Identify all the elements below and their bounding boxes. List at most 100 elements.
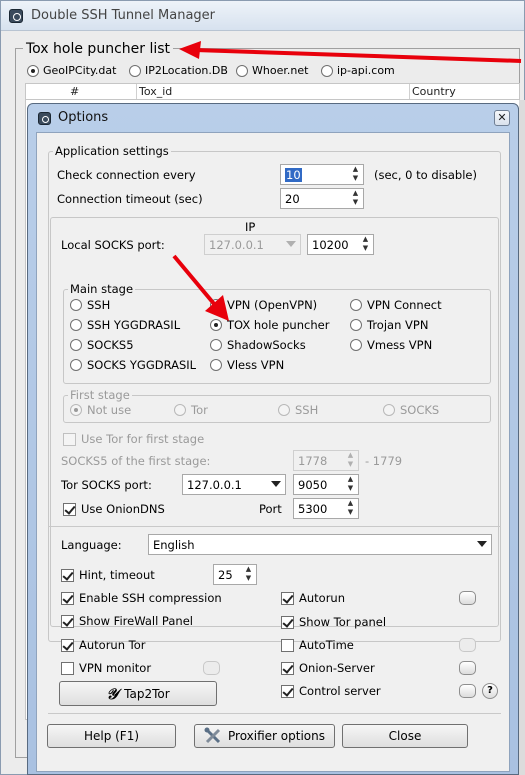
autorun-settings-button[interactable] [459,591,476,605]
radio-icon [174,404,186,416]
close-icon[interactable]: ✕ [494,110,510,126]
hint-timeout-checkbox[interactable]: Hint, timeout [61,568,155,582]
spinner-arrows-icon[interactable]: ▲ ▼ [241,565,256,584]
first-stage-socks: SOCKS [383,403,439,417]
show-tor-panel-checkbox[interactable]: Show Tor panel [281,615,386,629]
radio-icon [383,404,395,416]
spinner-arrows-icon[interactable]: ▲ ▼ [348,165,363,184]
geo-source-ip2location[interactable]: IP2Location.DB [129,64,228,77]
chevron-down-icon [271,481,281,487]
local-socks-label: Local SOCKS port: [61,238,165,252]
checkbox-icon [281,615,294,629]
dns-port-spinner[interactable]: 5300 ▲ ▼ [293,498,359,519]
socks5-first-stage-label: SOCKS5 of the first stage: [61,454,211,468]
onion-server-checkbox[interactable]: Onion-Server [281,661,375,675]
language-combo[interactable]: English [148,534,492,555]
spinner-arrows-icon[interactable]: ▲ ▼ [348,189,363,208]
annotation-arrow-icon [179,41,522,63]
first-stage-tor: Tor [174,403,208,417]
geo-source-geoipcity[interactable]: GeoIPCity.dat [27,64,116,77]
connection-timeout-label: Connection timeout (sec) [57,192,203,206]
tap2tor-icon: 𝒴 [106,684,119,703]
main-stage-vmess-vpn[interactable]: Vmess VPN [350,338,432,352]
control-server-checkbox[interactable]: Control server [281,684,381,698]
help-question-icon[interactable]: ? [482,683,498,699]
tor-socks-port-spinner[interactable]: 9050 ▲ ▼ [293,474,359,495]
check-connection-spinner[interactable]: 10 ▲ ▼ [280,164,364,185]
dns-port-label: Port [259,502,282,516]
radio-icon [70,339,82,351]
hint-timeout-spinner[interactable]: 25 ▲ ▼ [213,564,257,585]
vpn-monitor-checkbox[interactable]: VPN monitor [61,661,151,675]
checkbox-icon [281,638,294,652]
app-icon [38,112,51,125]
app-icon [9,9,23,23]
radio-icon [350,299,362,311]
main-titlebar: Double SSH Tunnel Manager [1,1,524,31]
main-stage-ssh[interactable]: SSH [70,298,110,312]
column-header-tox-id[interactable]: Tox_id [139,85,172,98]
use-tor-first-stage-checkbox: Use Tor for first stage [63,432,204,446]
window-edge [519,100,525,775]
main-stage-ssh-yggdrasil[interactable]: SSH YGGDRASIL [70,318,180,332]
radio-icon [27,64,39,77]
close-button[interactable]: Close [342,724,468,748]
main-stage-shadowsocks[interactable]: ShadowSocks [210,338,306,352]
autorun-checkbox[interactable]: Autorun [281,591,345,605]
column-header-number[interactable]: # [70,85,79,98]
socks5-first-stage-spinner: 1778 ▲ ▼ [293,450,359,471]
checkbox-icon [61,638,74,652]
vpn-monitor-settings-button [203,661,220,675]
tor-socks-ip-combo[interactable]: 127.0.0.1 [182,474,286,495]
spinner-arrows-icon[interactable]: ▲ ▼ [343,475,358,494]
main-stage-vpn-connect[interactable]: VPN Connect [350,298,442,312]
proxifier-options-button[interactable]: Proxifier options [194,724,335,748]
application-settings-label: Application settings [53,144,171,158]
divider [48,526,501,527]
language-label: Language: [61,538,122,552]
column-header-country[interactable]: Country [412,85,456,98]
autorun-tor-checkbox[interactable]: Autorun Tor [61,638,146,652]
checkbox-icon [281,591,294,605]
local-socks-ip-combo: 127.0.0.1 [204,234,301,255]
connection-timeout-spinner[interactable]: 20 ▲ ▼ [280,188,364,209]
geo-source-whoer[interactable]: Whoer.net [236,64,308,77]
radio-icon [278,404,290,416]
first-stage-ssh: SSH [278,403,318,417]
radio-icon [70,404,82,416]
wrench-screwdriver-icon [204,727,221,744]
local-socks-port-spinner[interactable]: 10200 ▲ ▼ [307,234,374,255]
main-stage-socks-yggdrasil[interactable]: SOCKS YGGDRASIL [70,358,196,372]
onion-server-settings-button[interactable] [459,661,476,675]
spinner-arrows-icon[interactable]: ▲ ▼ [358,235,373,254]
main-stage-label: Main stage [68,282,136,296]
radio-icon [129,64,141,77]
show-firewall-panel-checkbox[interactable]: Show FireWall Panel [61,614,193,628]
autotime-checkbox[interactable]: AutoTime [281,638,354,652]
main-stage-socks5[interactable]: SOCKS5 [70,338,134,352]
spinner-arrows-icon[interactable]: ▲ ▼ [343,499,358,518]
radio-icon [321,64,333,77]
enable-ssh-compression-checkbox[interactable]: Enable SSH compression [61,591,222,605]
tap2tor-button[interactable]: 𝒴 Tap2Tor [59,681,217,706]
radio-icon [70,359,82,371]
options-titlebar: Options ✕ [28,104,518,132]
geo-source-ip-api[interactable]: ip-api.com [321,64,395,77]
autotime-settings-button [459,638,476,652]
checkbox-icon [63,502,76,516]
help-button[interactable]: Help (F1) [47,724,176,748]
control-server-settings-button[interactable] [459,684,476,698]
tox-table-header: # Tox_id Country [25,83,520,100]
annotation-arrow-icon [172,254,229,321]
radio-icon [70,299,82,311]
chevron-down-icon [286,241,296,247]
divider [48,713,501,714]
use-onion-dns-checkbox[interactable]: Use OnionDNS [63,502,165,516]
checkbox-icon [61,661,74,675]
checkbox-icon [61,591,74,605]
main-stage-vless-vpn[interactable]: Vless VPN [210,358,284,372]
main-stage-trojan-vpn[interactable]: Trojan VPN [350,318,428,332]
tor-socks-port-label: Tor SOCKS port: [61,478,152,492]
socks5-first-stage-range: - 1779 [365,454,403,468]
first-stage-label: First stage [68,388,132,402]
